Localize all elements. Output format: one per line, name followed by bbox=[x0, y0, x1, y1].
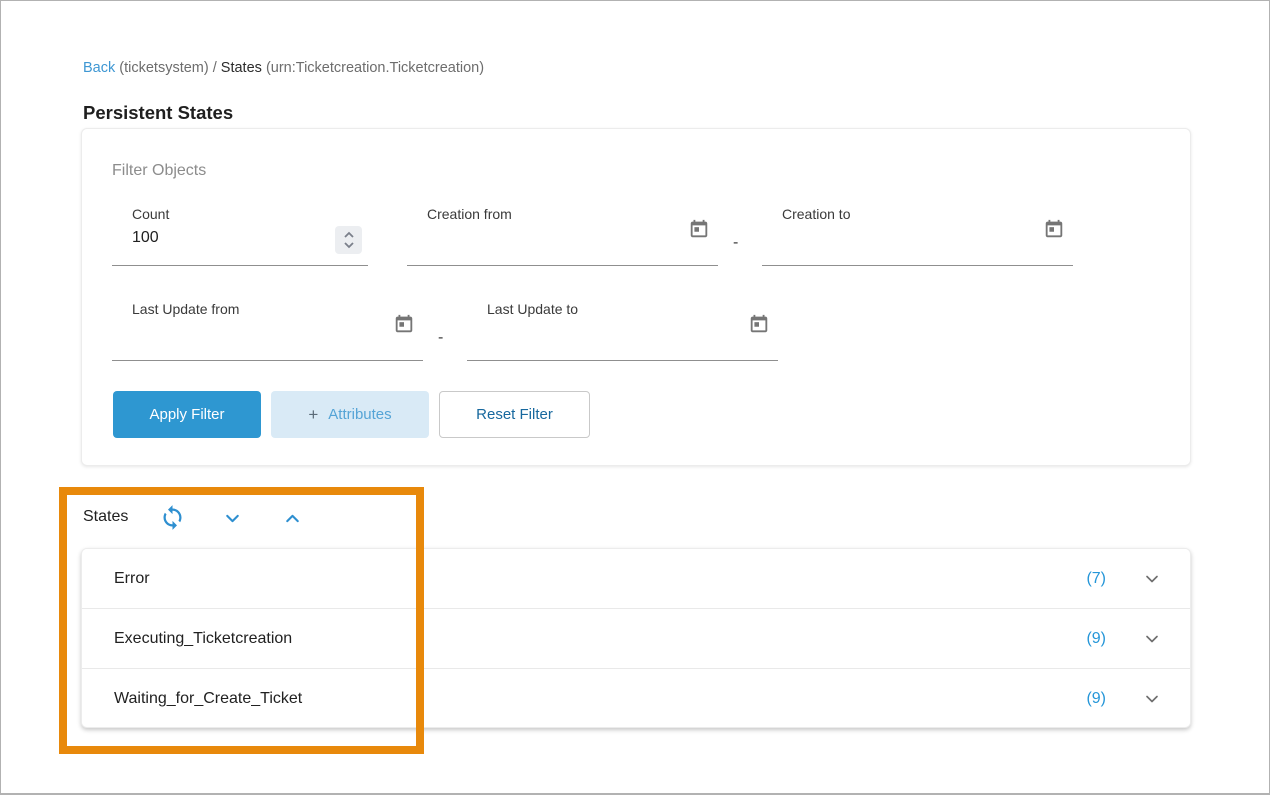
last-update-to-calendar-button[interactable] bbox=[748, 313, 770, 335]
breadcrumb-urn: (urn:Ticketcreation.Ticketcreation) bbox=[266, 60, 484, 76]
creation-to-field: Creation to bbox=[762, 206, 1073, 266]
state-name: Executing_Ticketcreation bbox=[114, 630, 1086, 648]
creation-to-label: Creation to bbox=[782, 206, 850, 222]
state-row-error[interactable]: Error (7) bbox=[82, 549, 1190, 609]
attributes-button-label: Attributes bbox=[328, 406, 391, 423]
last-update-from-input[interactable] bbox=[132, 321, 302, 345]
state-count-badge: (9) bbox=[1086, 690, 1106, 708]
states-list: Error (7) Executing_Ticketcreation (9) W… bbox=[81, 548, 1191, 728]
state-row-executing-ticketcreation[interactable]: Executing_Ticketcreation (9) bbox=[82, 609, 1190, 669]
creation-to-calendar-button[interactable] bbox=[1043, 218, 1065, 240]
calendar-icon bbox=[393, 313, 415, 335]
last-update-from-field: Last Update from bbox=[112, 301, 423, 361]
back-link[interactable]: Back bbox=[83, 60, 115, 76]
expand-all-button[interactable] bbox=[222, 508, 243, 534]
creation-to-input[interactable] bbox=[782, 226, 952, 250]
state-count-badge: (9) bbox=[1086, 630, 1106, 648]
chevron-down-icon[interactable] bbox=[1142, 629, 1162, 649]
page-title: Persistent States bbox=[83, 102, 233, 124]
last-update-to-field: Last Update to bbox=[467, 301, 778, 361]
state-name: Waiting_for_Create_Ticket bbox=[114, 690, 1086, 708]
calendar-icon bbox=[1043, 218, 1065, 240]
last-update-to-input[interactable] bbox=[487, 321, 657, 345]
filter-card: Filter Objects Count Creation from bbox=[81, 128, 1191, 466]
states-title: States bbox=[83, 508, 128, 526]
refresh-button[interactable] bbox=[159, 504, 186, 536]
last-update-to-label: Last Update to bbox=[487, 301, 578, 317]
creation-from-field: Creation from bbox=[407, 206, 718, 266]
state-name: Error bbox=[114, 570, 1086, 588]
reset-filter-button[interactable]: Reset Filter bbox=[439, 391, 590, 438]
count-input[interactable] bbox=[132, 226, 302, 250]
chevron-up-icon bbox=[282, 508, 303, 529]
add-attributes-button[interactable]: + Attributes bbox=[271, 391, 429, 438]
count-stepper[interactable] bbox=[335, 226, 362, 254]
chevron-down-icon bbox=[222, 508, 243, 529]
filter-buttons: Apply Filter + Attributes Reset Filter bbox=[113, 391, 590, 438]
creation-range-separator: - bbox=[733, 234, 738, 252]
creation-from-label: Creation from bbox=[427, 206, 512, 222]
state-count-badge: (7) bbox=[1086, 570, 1106, 588]
persistent-states-page: Back (ticketsystem) / States (urn:Ticket… bbox=[0, 0, 1270, 795]
chevron-down-icon[interactable] bbox=[1142, 569, 1162, 589]
chevron-down-icon[interactable] bbox=[1142, 689, 1162, 709]
refresh-icon bbox=[159, 504, 186, 531]
breadcrumb-separator: / bbox=[213, 60, 221, 76]
last-update-from-calendar-button[interactable] bbox=[393, 313, 415, 335]
breadcrumb-context: (ticketsystem) bbox=[119, 60, 208, 76]
breadcrumb-section: States bbox=[221, 60, 262, 76]
calendar-icon bbox=[748, 313, 770, 335]
plus-icon: + bbox=[308, 405, 318, 425]
filter-card-title: Filter Objects bbox=[112, 162, 206, 180]
count-field: Count bbox=[112, 206, 368, 266]
creation-from-calendar-button[interactable] bbox=[688, 218, 710, 240]
breadcrumb: Back (ticketsystem) / States (urn:Ticket… bbox=[83, 60, 484, 76]
count-label: Count bbox=[132, 206, 169, 222]
creation-from-input[interactable] bbox=[427, 226, 597, 250]
calendar-icon bbox=[688, 218, 710, 240]
state-row-waiting-for-create-ticket[interactable]: Waiting_for_Create_Ticket (9) bbox=[82, 669, 1190, 728]
apply-filter-button[interactable]: Apply Filter bbox=[113, 391, 261, 438]
last-update-from-label: Last Update from bbox=[132, 301, 239, 317]
last-update-range-separator: - bbox=[438, 329, 443, 347]
stepper-arrows-icon bbox=[343, 231, 355, 249]
collapse-all-button[interactable] bbox=[282, 508, 303, 534]
